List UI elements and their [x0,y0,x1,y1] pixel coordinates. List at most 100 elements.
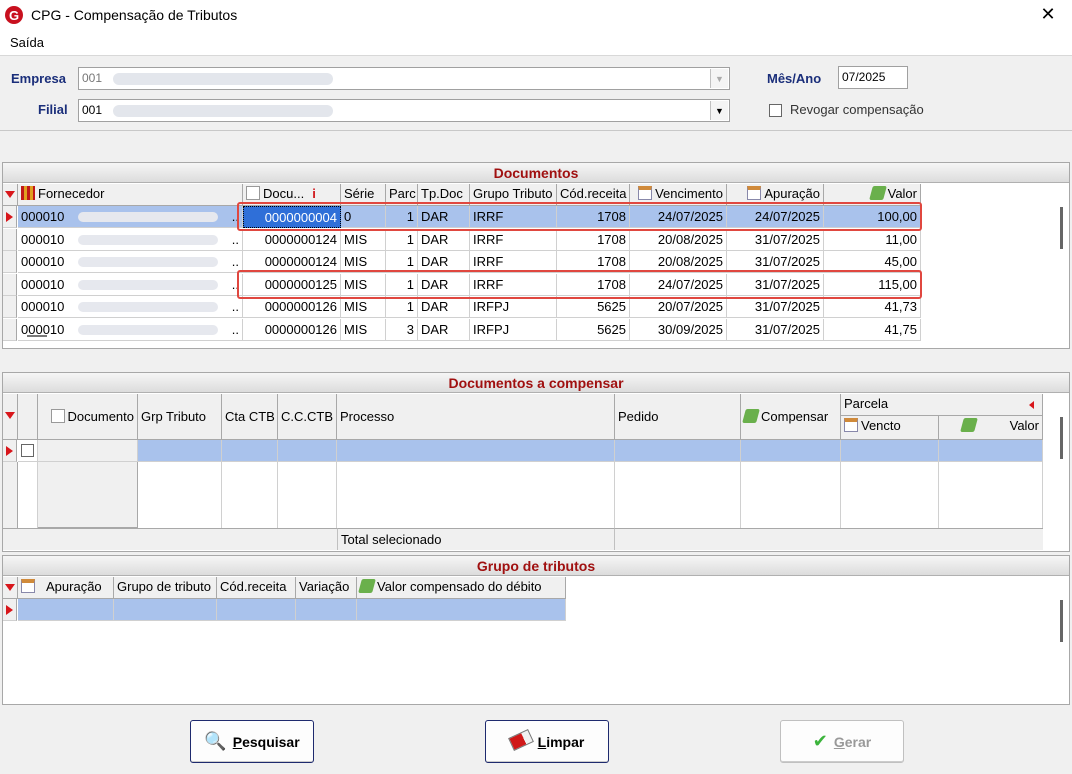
table-cell-doc[interactable]: 0000000124 [243,228,341,251]
table-cell[interactable] [114,599,217,621]
row-indicator[interactable] [3,296,17,318]
table-cell-serie[interactable]: MIS [341,296,386,318]
table-cell[interactable] [217,599,296,621]
table-cell-cod[interactable]: 5625 [557,296,630,318]
horizontal-scrollbar[interactable] [27,335,47,337]
table-cell-parc[interactable]: 1 [386,228,418,251]
row-indicator[interactable] [3,318,17,341]
collapse-arrow-icon[interactable] [1029,401,1034,409]
documentos-scrollbar[interactable] [1060,207,1063,249]
table-cell[interactable] [138,440,222,462]
table-cell-fornecedor[interactable]: 000010.. [18,318,243,341]
menu-item-saida[interactable]: Saída [10,35,44,50]
row-indicator[interactable] [3,228,17,251]
compensar-scrollbar[interactable] [1060,417,1063,459]
col-header-4[interactable]: Valor compensado do débito [357,577,566,599]
col-header-0[interactable]: Apuração [18,577,114,599]
col-header-fornecedor[interactable]: Fornecedor [18,184,243,206]
table-cell-cod[interactable]: 5625 [557,318,630,341]
col-header-1[interactable]: Grp Tributo [138,394,222,440]
empresa-select[interactable]: 001 ▼ [78,67,730,90]
filial-select[interactable]: 001 ▼ [78,99,730,122]
col-header-label: Apuração [46,579,102,594]
table-cell-fornecedor[interactable]: 000010.. [18,206,243,228]
revogar-checkbox[interactable] [769,104,782,117]
table-cell-cod[interactable]: 1708 [557,228,630,251]
fornecedor-code: 000010 [21,276,65,292]
col-header-4[interactable]: Processo [337,394,615,440]
pesquisar-button[interactable]: 🔍 Pesquisar [190,720,314,763]
table-cell-doc[interactable]: 0000000126 [243,296,341,318]
col-header-0[interactable]: Documento [38,394,138,440]
limpar-button[interactable]: Limpar [485,720,609,763]
total-selecionado-label: Total selecionado [337,528,615,550]
table-cell-doc[interactable]: 0000000126 [243,318,341,341]
table-cell[interactable] [18,599,114,621]
table-cell-fornecedor[interactable]: 000010.. [18,273,243,296]
row-indicator[interactable] [3,251,17,273]
col-header-2[interactable]: Cód.receita [217,577,296,599]
table-cell-venc[interactable]: 20/07/2025 [630,296,727,318]
table-cell-apur[interactable]: 31/07/2025 [727,318,824,341]
window-title: CPG - Compensação de Tributos [31,7,238,23]
table-cell-grupo[interactable]: IRFPJ [470,296,557,318]
table-cell-apur[interactable]: 31/07/2025 [727,296,824,318]
current-row-icon [6,212,13,222]
col-header-vencto[interactable]: Vencto [841,416,939,440]
row-checkbox[interactable] [21,444,34,457]
table-cell[interactable] [296,599,357,621]
col-header-2[interactable]: Cta CTB [222,394,278,440]
table-cell-parc[interactable]: 1 [386,296,418,318]
chevron-down-icon[interactable]: ▼ [710,101,728,120]
table-cell-fornecedor[interactable]: 000010.. [18,228,243,251]
table-cell-grupo[interactable]: IRRF [470,228,557,251]
table-cell[interactable] [741,440,841,462]
table-cell-fornecedor[interactable]: 000010.. [18,296,243,318]
table-cell-venc[interactable]: 20/08/2025 [630,228,727,251]
table-cell-tpdoc[interactable]: DAR [418,296,470,318]
table-cell[interactable] [615,440,741,462]
empty-column-area [278,462,337,528]
table-cell-venc[interactable]: 30/09/2025 [630,318,727,341]
parcela-label: Parcela [844,396,889,411]
col-header-valor[interactable]: Valor [939,416,1043,440]
col-header-6[interactable]: Compensar [741,394,841,440]
documentos-panel: Documentos Fornecedor Docu... i Série Parc Tp… [2,162,1070,349]
empty-column-area [741,462,841,528]
row-checkbox-cell[interactable] [18,440,38,462]
table-cell-apur[interactable]: 31/07/2025 [727,228,824,251]
table-cell-valor[interactable]: 41,75 [824,318,921,341]
table-cell-fornecedor[interactable]: 000010.. [18,251,243,273]
col-header-parcela[interactable]: Parcela [841,394,1043,416]
table-cell-tpdoc[interactable]: DAR [418,318,470,341]
table-cell-parc[interactable]: 3 [386,318,418,341]
header-corner [3,577,18,599]
row-indicator[interactable] [3,440,17,462]
col-header-3[interactable]: C.C.CTB [278,394,337,440]
mesano-input[interactable]: 07/2025 [838,66,908,89]
table-cell[interactable] [357,599,566,621]
gerar-button[interactable]: ✔ Gerar [780,720,904,763]
row-indicator[interactable] [3,206,17,228]
table-cell-valor[interactable]: 11,00 [824,228,921,251]
col-header-label: Tp.Doc [421,186,463,201]
table-cell-documento[interactable] [38,440,138,462]
row-indicator[interactable] [3,599,17,621]
table-cell-valor[interactable]: 41,73 [824,296,921,318]
col-header-5[interactable]: Pedido [615,394,741,440]
table-cell[interactable] [939,440,1043,462]
table-cell[interactable] [278,440,337,462]
table-cell-grupo[interactable]: IRFPJ [470,318,557,341]
row-indicator[interactable] [3,273,17,296]
grupo-scrollbar[interactable] [1060,600,1063,642]
table-cell[interactable] [841,440,939,462]
table-cell-serie[interactable]: MIS [341,228,386,251]
col-header-1[interactable]: Grupo de tributo [114,577,217,599]
table-cell-serie[interactable]: MIS [341,318,386,341]
chevron-down-icon[interactable]: ▼ [710,69,728,88]
table-cell[interactable] [337,440,615,462]
col-header-3[interactable]: Variação [296,577,357,599]
table-cell[interactable] [222,440,278,462]
close-button[interactable]: ✕ [1038,4,1058,24]
table-cell-tpdoc[interactable]: DAR [418,228,470,251]
